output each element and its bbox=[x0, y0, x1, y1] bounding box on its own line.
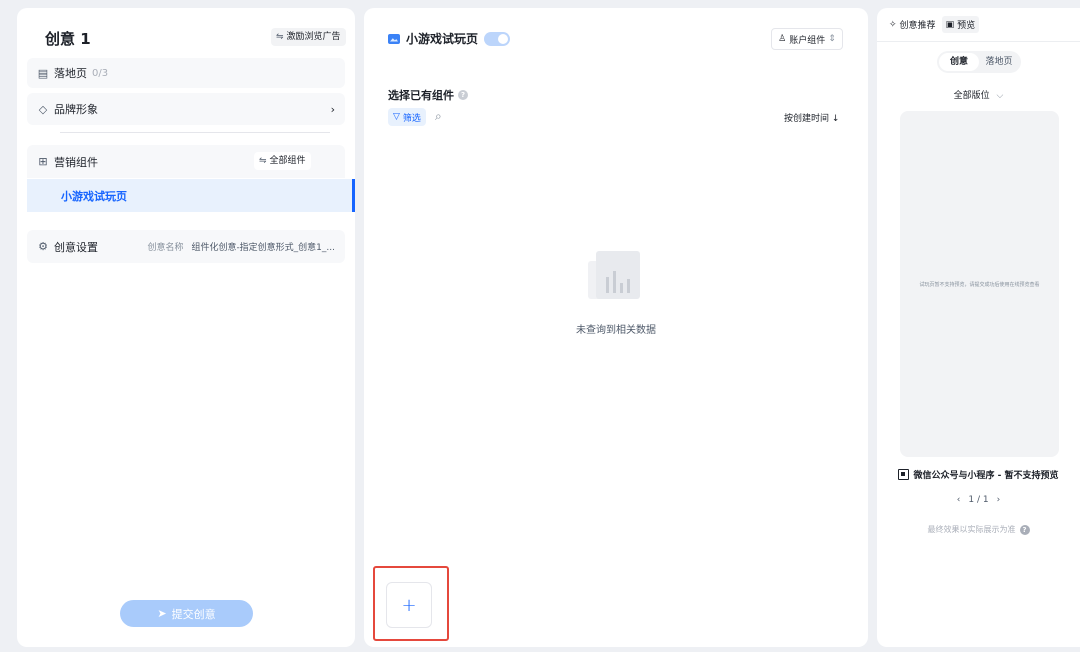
preview-segment: 创意 落地页 bbox=[937, 51, 1021, 73]
creative-name-value: 创意名称 组件化创意-指定创意形式_创意1_... bbox=[148, 240, 335, 253]
pager: ‹ 1 / 1 › bbox=[877, 495, 1080, 505]
creative-panel: 创意 1 ⇋ 激励浏览广告 ▤ 落地页 0/3 ◇ 品牌形象 › ⊞ 营销组件 … bbox=[17, 8, 355, 647]
prev-page-button[interactable]: ‹ bbox=[957, 495, 961, 505]
filter-label: 筛选 bbox=[402, 113, 421, 124]
creative-settings-row[interactable]: ⚙ 创意设置 创意名称 组件化创意-指定创意形式_创意1_... bbox=[27, 230, 345, 263]
preview-panel: ✧ 创意推荐 ▣ 预览 创意 落地页 全部版位 ⌵ 试玩页暂不支持预览，请提交成… bbox=[877, 8, 1080, 647]
filter-icon: ▽ bbox=[393, 112, 400, 122]
brand-label: 品牌形象 bbox=[54, 103, 98, 116]
sort-label: 按创建时间 bbox=[784, 114, 830, 124]
search-icon[interactable]: ⌕ bbox=[435, 109, 442, 124]
final-effect-note: 最终效果以实际展示为准 ? bbox=[877, 524, 1080, 535]
sort-by-created-button[interactable]: 按创建时间 ↓ bbox=[784, 111, 839, 124]
tag-icon: ◇ bbox=[38, 102, 48, 116]
brand-image-row[interactable]: ◇ 品牌形象 › bbox=[27, 93, 345, 125]
qr-code-icon bbox=[898, 469, 910, 480]
filter-button[interactable]: ▽ 筛选 bbox=[388, 108, 426, 126]
sliders-icon: ⇋ bbox=[276, 32, 284, 42]
chevron-right-icon: › bbox=[330, 102, 335, 116]
account-component-button[interactable]: ♙ 账户组件 ⇕ bbox=[771, 28, 843, 50]
preview-tabs: ✧ 创意推荐 ▣ 预览 bbox=[889, 16, 980, 33]
empty-text: 未查询到相关数据 bbox=[576, 325, 656, 336]
gear-icon: ⚙ bbox=[38, 240, 48, 253]
next-page-button[interactable]: › bbox=[997, 495, 1001, 505]
incentive-chip-label: 激励浏览广告 bbox=[286, 32, 341, 42]
help-icon[interactable]: ? bbox=[458, 90, 468, 100]
creative-name-key: 创意名称 bbox=[147, 243, 184, 253]
phone-preview: 试玩页暂不支持预览，请提交成功后使用在线预览查看 bbox=[900, 111, 1059, 457]
select-existing-label: 选择已有组件 ? bbox=[388, 87, 468, 103]
account-btn-label: 账户组件 bbox=[789, 35, 826, 46]
component-panel: 小游戏试玩页 ♙ 账户组件 ⇕ 选择已有组件 ? ▽ 筛选 ⌕ 按创建时间 ↓ … bbox=[364, 8, 868, 647]
tab-recommend[interactable]: ✧ 创意推荐 bbox=[889, 18, 936, 32]
tab-preview[interactable]: ▣ 预览 bbox=[941, 16, 980, 33]
component-title: 小游戏试玩页 bbox=[406, 32, 479, 46]
segment-landing[interactable]: 落地页 bbox=[979, 53, 1019, 71]
mini-program-text: 微信公众号与小程序 - 暂不支持预览 bbox=[913, 471, 1059, 481]
final-note-text: 最终效果以实际展示为准 bbox=[927, 525, 1016, 534]
grid-icon: ⊞ bbox=[38, 155, 48, 168]
submit-creative-button[interactable]: ➤ 提交创意 bbox=[120, 600, 253, 627]
mini-game-trial-item[interactable]: 小游戏试玩页 bbox=[27, 179, 355, 212]
mini-program-label: 微信公众号与小程序 - 暂不支持预览 bbox=[877, 468, 1080, 481]
creative-title: 创意 1 bbox=[45, 30, 91, 48]
landing-count: 0/3 bbox=[92, 67, 109, 79]
image-icon bbox=[388, 33, 400, 44]
sparkle-icon: ✧ bbox=[889, 19, 897, 30]
help-icon[interactable]: ? bbox=[1019, 524, 1030, 535]
chevron-down-icon: ⌵ bbox=[996, 91, 1004, 101]
all-components-chip[interactable]: ⇋ 全部组件 bbox=[254, 152, 311, 170]
placement-select[interactable]: 全部版位 ⌵ bbox=[877, 88, 1080, 101]
mini-game-trial-label: 小游戏试玩页 bbox=[61, 189, 127, 203]
incentive-ad-chip[interactable]: ⇋ 激励浏览广告 bbox=[271, 28, 346, 46]
page-indicator: 1 / 1 bbox=[968, 495, 989, 505]
divider bbox=[60, 132, 330, 133]
marketing-label: 营销组件 bbox=[54, 155, 98, 169]
landing-label: 落地页 bbox=[54, 67, 87, 80]
empty-data-illustration bbox=[588, 251, 640, 299]
divider bbox=[877, 41, 1080, 42]
arrow-down-icon: ↓ bbox=[831, 114, 840, 124]
placement-label: 全部版位 bbox=[953, 91, 990, 101]
recommend-label: 创意推荐 bbox=[899, 21, 936, 31]
send-icon: ➤ bbox=[157, 607, 167, 620]
creative-name-text: 组件化创意-指定创意形式_创意1_... bbox=[191, 243, 335, 253]
user-icon: ♙ bbox=[778, 34, 787, 44]
segment-creative[interactable]: 创意 bbox=[939, 53, 979, 71]
active-indicator bbox=[352, 179, 355, 212]
sliders-icon: ⇋ bbox=[259, 156, 267, 166]
submit-label: 提交创意 bbox=[171, 607, 216, 621]
enable-toggle[interactable] bbox=[484, 31, 511, 46]
select-existing-text: 选择已有组件 bbox=[388, 89, 454, 102]
preview-label: 预览 bbox=[957, 21, 976, 31]
add-button-highlight bbox=[373, 566, 449, 641]
preview-icon: ▣ bbox=[945, 19, 955, 30]
component-header: 小游戏试玩页 bbox=[388, 30, 511, 47]
all-components-label: 全部组件 bbox=[269, 156, 306, 166]
landing-page-row[interactable]: ▤ 落地页 0/3 bbox=[27, 58, 345, 88]
preview-unsupported-note: 试玩页暂不支持预览，请提交成功后使用在线预览查看 bbox=[919, 282, 1040, 288]
settings-label: 创意设置 bbox=[54, 240, 98, 254]
sort-arrows-icon: ⇕ bbox=[828, 34, 836, 44]
document-icon: ▤ bbox=[37, 66, 49, 80]
